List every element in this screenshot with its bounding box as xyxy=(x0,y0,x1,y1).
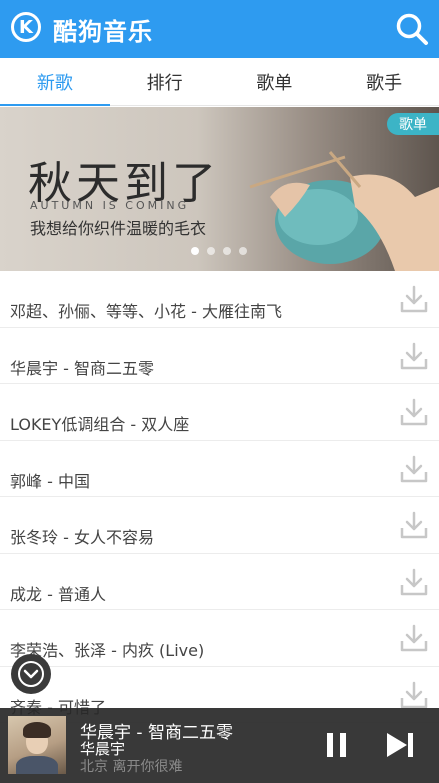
download-button[interactable] xyxy=(399,567,429,597)
search-icon xyxy=(396,13,428,45)
song-row[interactable]: LOKEY低调组合 - 双人座 xyxy=(0,384,439,441)
download-icon xyxy=(400,511,428,539)
carousel-dot[interactable] xyxy=(207,247,215,255)
pause-icon xyxy=(327,733,346,757)
tab-rankings[interactable]: 排行 xyxy=(110,58,220,105)
download-button[interactable] xyxy=(399,284,429,314)
download-button[interactable] xyxy=(399,510,429,540)
carousel-dot[interactable] xyxy=(223,247,231,255)
carousel-dot[interactable] xyxy=(239,247,247,255)
song-title: LOKEY低调组合 - 双人座 xyxy=(10,415,190,434)
download-icon xyxy=(400,681,428,708)
download-button[interactable] xyxy=(399,454,429,484)
tab-bar: 新歌 排行 歌单 歌手 xyxy=(0,58,439,106)
download-icon xyxy=(400,568,428,595)
tab-new-songs[interactable]: 新歌 xyxy=(0,58,110,106)
download-icon xyxy=(400,342,428,369)
song-row[interactable]: 李荣浩、张泽 - 内疚 (Live) xyxy=(0,610,439,667)
kugou-logo-icon: K xyxy=(11,12,41,42)
banner-tag: 歌单 xyxy=(387,113,439,135)
download-button[interactable] xyxy=(399,397,429,427)
song-title: 成龙 - 普通人 xyxy=(10,584,106,604)
download-icon xyxy=(400,455,428,482)
song-row[interactable]: 邓超、孙俪、等等、小花 - 大雁往南飞 xyxy=(0,271,439,328)
next-track-icon xyxy=(387,733,413,757)
song-row[interactable]: 郭峰 - 中国 xyxy=(0,441,439,497)
scroll-down-button[interactable] xyxy=(11,654,51,694)
app-title: 酷狗音乐 xyxy=(53,18,153,46)
download-button[interactable] xyxy=(399,623,429,653)
banner-subtitle-en: AUTUMN IS COMING xyxy=(30,199,190,212)
song-row[interactable]: 成龙 - 普通人 xyxy=(0,554,439,610)
song-title: 华晨宇 - 智商二五零 xyxy=(10,358,154,378)
pause-button[interactable] xyxy=(325,730,349,760)
banner-subtitle: 我想给你织件温暖的毛衣 xyxy=(30,219,207,238)
song-row[interactable]: 张冬玲 - 女人不容易 xyxy=(0,497,439,554)
carousel-dots xyxy=(191,247,247,255)
download-button[interactable] xyxy=(399,341,429,371)
song-list: 邓超、孙俪、等等、小花 - 大雁往南飞 华晨宇 - 智商二五零 LOKEY低调组… xyxy=(0,271,439,723)
song-title: 邓超、孙俪、等等、小花 - 大雁往南飞 xyxy=(10,302,282,321)
song-title: 张冬玲 - 女人不容易 xyxy=(10,528,154,547)
song-row[interactable]: 华晨宇 - 智商二五零 xyxy=(0,328,439,384)
chevron-down-circle-icon xyxy=(18,661,44,687)
carousel-dot[interactable] xyxy=(191,247,199,255)
tab-playlists[interactable]: 歌单 xyxy=(220,58,330,105)
promo-banner[interactable]: 歌单 秋天到了 AUTUMN IS COMING 我想给你织件温暖的毛衣 xyxy=(0,107,439,271)
download-icon xyxy=(400,285,428,313)
album-cover[interactable] xyxy=(8,716,66,774)
app-header: K 酷狗音乐 xyxy=(0,0,439,58)
now-playing-lyric: 北京 离开你很难 xyxy=(80,759,183,775)
next-button[interactable] xyxy=(385,730,417,760)
song-title: 郭峰 - 中国 xyxy=(10,471,90,491)
download-icon xyxy=(400,624,428,652)
search-button[interactable] xyxy=(395,12,429,46)
download-icon xyxy=(400,398,428,426)
logo-letter: K xyxy=(19,16,33,38)
mini-player[interactable]: 华晨宇 - 智商二五零 华晨宇 北京 离开你很难 xyxy=(0,708,439,783)
tab-singers[interactable]: 歌手 xyxy=(329,58,439,105)
download-button[interactable] xyxy=(399,680,429,710)
